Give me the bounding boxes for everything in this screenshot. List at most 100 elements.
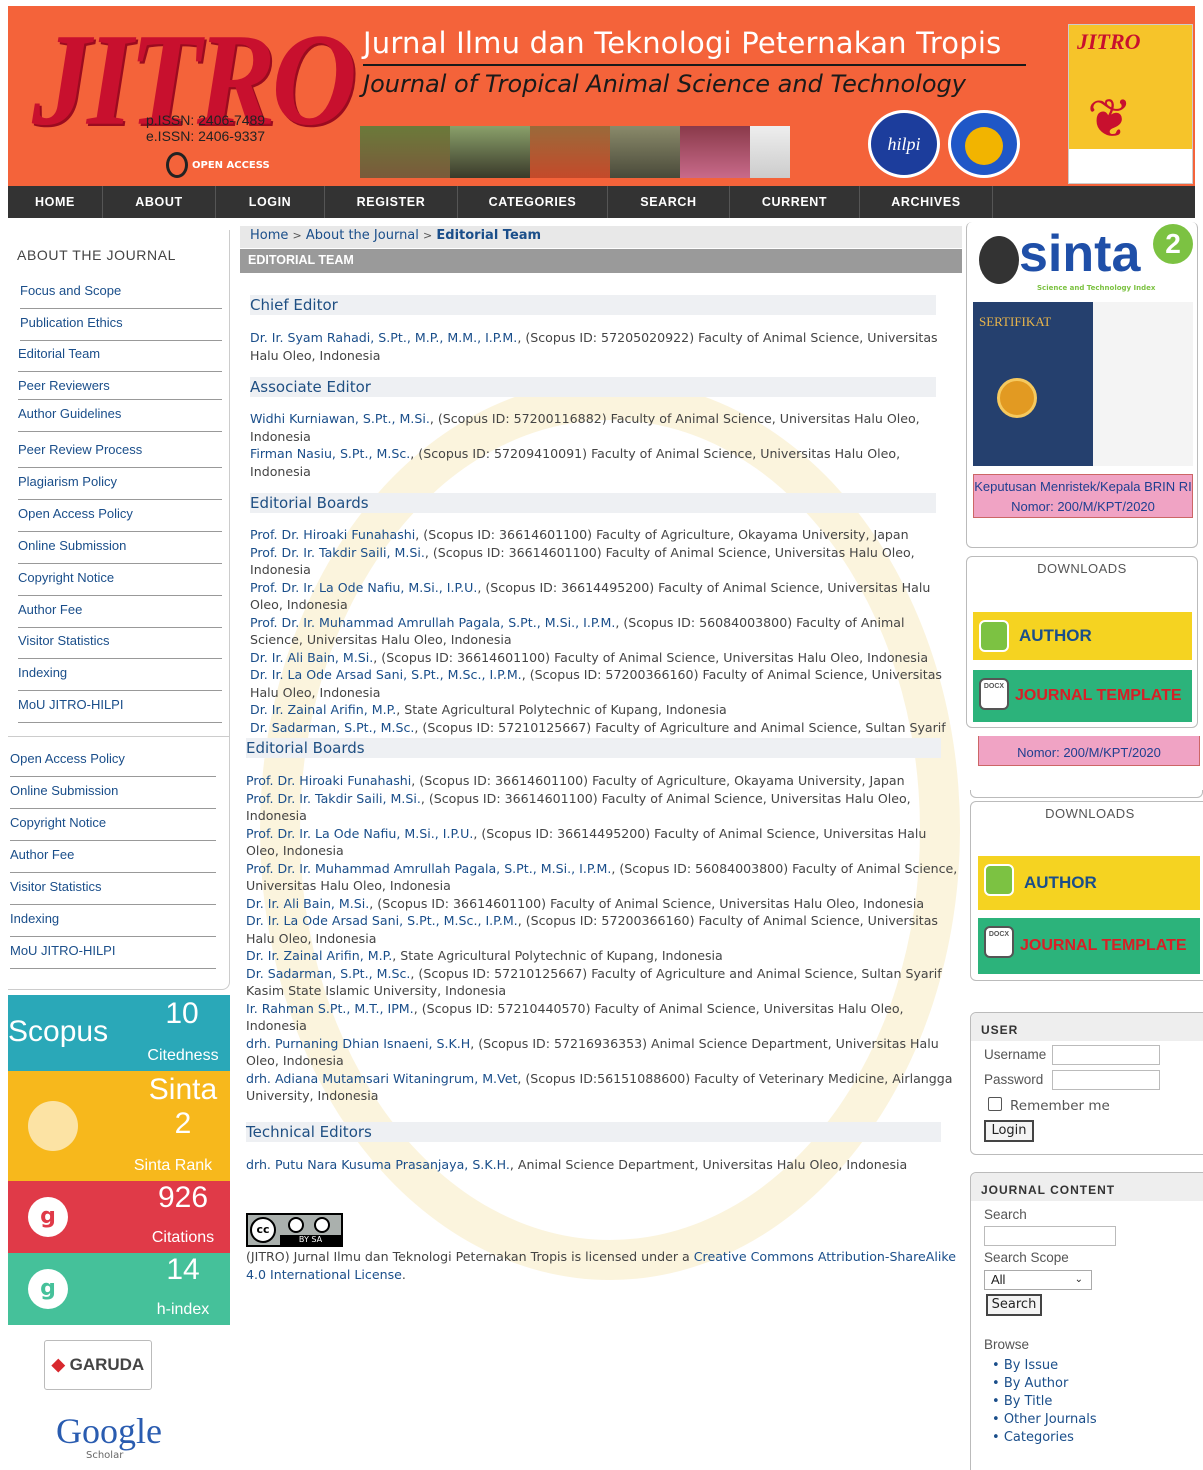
board-member-name[interactable]: Prof. Dr. Ir. Takdir Saili, M.Si. <box>246 791 421 806</box>
search-scope-select[interactable]: All ⌄ <box>984 1270 1092 1290</box>
technical-editor-name[interactable]: drh. Putu Nara Kusuma Prasanjaya, S.K.H. <box>246 1157 510 1172</box>
left-link-visitor-statistics[interactable]: Visitor Statistics <box>18 633 222 659</box>
board-member-name[interactable]: Dr. Ir. La Ode Arsad Sani, S.Pt., M.Sc.,… <box>250 667 522 682</box>
board-member-name[interactable]: drh. Adiana Mutamsari Witaningrum, M.Vet <box>246 1071 517 1086</box>
board-member-name[interactable]: Dr. Sadarman, S.Pt., M.Sc. <box>250 720 414 735</box>
scopus-citedness-widget[interactable]: Scopus 10 Citedness <box>8 995 230 1071</box>
left-link-publication-ethics[interactable]: Publication Ethics <box>20 315 222 341</box>
list-item: Prof. Dr. Hiroaki Funahashi, (Scopus ID:… <box>250 526 955 544</box>
browse-link-categories[interactable]: • Categories <box>992 1430 1074 1445</box>
nav-home[interactable]: HOME <box>8 186 103 218</box>
left2-link-open-access-policy[interactable]: Open Access Policy <box>10 751 216 777</box>
board-member-name[interactable]: Dr. Sadarman, S.Pt., M.Sc. <box>246 966 410 981</box>
nav-search[interactable]: SEARCH <box>608 186 730 218</box>
hilpi-logo: hilpi <box>868 110 940 178</box>
left-link-online-submission[interactable]: Online Submission <box>18 538 222 564</box>
sinta-logo[interactable]: sinta <box>1019 224 1140 284</box>
chief-editor-name[interactable]: Dr. Ir. Syam Rahadi, S.Pt., M.P., M.M., … <box>250 330 517 345</box>
scopus-value: 10 <box>165 997 199 1030</box>
author-guidelines-button[interactable]: AUTHOR GUIDELINES <box>978 856 1200 946</box>
nav-register[interactable]: REGISTER <box>325 186 458 218</box>
associate-editor-name[interactable]: Widhi Kurniawan, S.Pt., M.Si. <box>250 411 430 426</box>
garuda-icon: ◆ <box>51 1355 65 1374</box>
board-member-name[interactable]: Dr. Ir. Zainal Arifin, M.P. <box>250 702 396 717</box>
left-link-indexing[interactable]: Indexing <box>18 665 222 691</box>
breadcrumb-about[interactable]: About the Journal <box>306 228 419 243</box>
left-link-open-access-policy[interactable]: Open Access Policy <box>18 506 222 532</box>
board-member-name[interactable]: Prof. Dr. Hiroaki Funahashi <box>250 527 415 542</box>
left2-link-author-fee[interactable]: Author Fee <box>10 847 216 873</box>
animal-photo-strip <box>360 126 790 178</box>
username-input[interactable] <box>1052 1045 1160 1065</box>
journal-template-button[interactable]: DOCX JOURNAL TEMPLATE <box>973 670 1192 722</box>
cattle-photo <box>360 126 450 178</box>
technical-editors-heading: Technical Editors <box>246 1122 941 1142</box>
board-member-name[interactable]: Prof. Dr. Ir. Takdir Saili, M.Si. <box>250 545 425 560</box>
nav-login[interactable]: LOGIN <box>216 186 325 218</box>
remember-me-checkbox[interactable] <box>988 1097 1002 1111</box>
cc-license-badge[interactable]: cc BY SA <box>246 1213 343 1247</box>
search-button[interactable]: Search <box>986 1294 1042 1316</box>
journal-template-button[interactable]: DOCX JOURNAL TEMPLATE <box>978 918 1200 974</box>
garuda-logo[interactable]: ◆ GARUDA <box>44 1340 152 1390</box>
left-link-peer-reviewers[interactable]: Peer Reviewers <box>18 378 222 400</box>
left-link-mou[interactable]: MoU JITRO-HILPI <box>18 697 222 723</box>
list-item: Dr. Sadarman, S.Pt., M.Sc., (Scopus ID: … <box>250 719 955 737</box>
password-input[interactable] <box>1052 1070 1160 1090</box>
browse-link-by-issue[interactable]: • By Issue <box>992 1358 1058 1373</box>
citations-caption: Citations <box>151 1229 215 1246</box>
goat-photo <box>610 126 680 178</box>
accreditation-decree-repeat[interactable]: Nomor: 200/M/KPT/2020 <box>978 736 1200 766</box>
board-member-name[interactable]: Dr. Ir. Ali Bain, M.Si. <box>246 896 369 911</box>
left2-link-indexing[interactable]: Indexing <box>10 911 216 937</box>
search-input[interactable] <box>984 1226 1116 1246</box>
nav-about[interactable]: ABOUT <box>103 186 216 218</box>
board-member-details: , (Scopus ID: 36614601100) Faculty of Ag… <box>415 527 909 542</box>
left-link-copyright-notice[interactable]: Copyright Notice <box>18 570 222 596</box>
accreditation-certificate[interactable]: SERTIFIKAT <box>973 302 1193 466</box>
open-access-label: OPEN ACCESS <box>192 159 270 171</box>
board-member-name[interactable]: Dr. Ir. Ali Bain, M.Si. <box>250 650 373 665</box>
browse-link-by-author[interactable]: • By Author <box>992 1376 1068 1391</box>
board-member-name[interactable]: Prof. Dr. Hiroaki Funahashi <box>246 773 411 788</box>
login-button[interactable]: Login <box>984 1120 1034 1142</box>
sinta-rank-widget[interactable]: Sinta 2 Sinta Rank <box>8 1071 230 1181</box>
left-link-focus-scope[interactable]: Focus and Scope <box>20 283 222 309</box>
citations-widget[interactable]: g 926 Citations <box>8 1181 230 1253</box>
journal-cover-thumbnail[interactable]: JITRO ❦ <box>1068 24 1193 184</box>
board-member-name[interactable]: Prof. Dr. Ir. Muhammad Amrullah Pagala, … <box>246 861 611 876</box>
board-member-name[interactable]: drh. Purnaning Dhian Isnaeni, S.K.H <box>246 1036 470 1051</box>
author-guidelines-button[interactable]: AUTHOR GUIDELINES <box>973 612 1192 693</box>
breadcrumb-current[interactable]: Editorial Team <box>436 228 541 243</box>
board-member-name[interactable]: Ir. Rahman S.Pt., M.T., IPM. <box>246 1001 414 1016</box>
left-link-plagiarism-policy[interactable]: Plagiarism Policy <box>18 474 222 500</box>
nav-archives[interactable]: ARCHIVES <box>860 186 993 218</box>
left2-link-mou[interactable]: MoU JITRO-HILPI <box>10 943 216 969</box>
nav-categories[interactable]: CATEGORIES <box>458 186 608 218</box>
browse-link-by-title[interactable]: • By Title <box>992 1394 1052 1409</box>
left-link-author-fee[interactable]: Author Fee <box>18 602 222 628</box>
google-scholar-logo[interactable]: Google <box>56 1410 162 1452</box>
associate-editor-name[interactable]: Firman Nasiu, S.Pt., M.Sc. <box>250 446 410 461</box>
board-member-name[interactable]: Prof. Dr. Ir. La Ode Nafiu, M.Si., I.P.U… <box>246 826 473 841</box>
nav-current[interactable]: CURRENT <box>730 186 860 218</box>
sinta-subtitle: Science and Technology Index <box>1037 284 1156 292</box>
board-member-name[interactable]: Prof. Dr. Ir. Muhammad Amrullah Pagala, … <box>250 615 615 630</box>
accreditation-decree[interactable]: Keputusan Menristek/Kepala BRIN RI Nomor… <box>973 474 1193 518</box>
left2-link-copyright-notice[interactable]: Copyright Notice <box>10 815 216 841</box>
h-index-widget[interactable]: g 14 h-index <box>8 1253 230 1325</box>
sinta-garuda-icon <box>28 1101 78 1151</box>
left2-link-visitor-statistics[interactable]: Visitor Statistics <box>10 879 216 905</box>
board-member-name[interactable]: Dr. Ir. La Ode Arsad Sani, S.Pt., M.Sc.,… <box>246 913 518 928</box>
board-member-name[interactable]: Prof. Dr. Ir. La Ode Nafiu, M.Si., I.P.U… <box>250 580 477 595</box>
breadcrumb-home[interactable]: Home <box>250 228 288 243</box>
left2-link-online-submission[interactable]: Online Submission <box>10 783 216 809</box>
browse-link-other-journals[interactable]: • Other Journals <box>992 1412 1097 1427</box>
browse-label: Browse <box>984 1337 1030 1352</box>
left-link-editorial-team[interactable]: Editorial Team <box>18 346 222 372</box>
journal-title-indonesian: Jurnal Ilmu dan Teknologi Peternakan Tro… <box>363 26 1002 60</box>
list-item: Prof. Dr. Hiroaki Funahashi, (Scopus ID:… <box>246 772 958 790</box>
left-link-peer-review-process[interactable]: Peer Review Process <box>18 442 222 468</box>
board-member-name[interactable]: Dr. Ir. Zainal Arifin, M.P. <box>246 948 392 963</box>
left-link-author-guidelines[interactable]: Author Guidelines <box>18 406 222 432</box>
